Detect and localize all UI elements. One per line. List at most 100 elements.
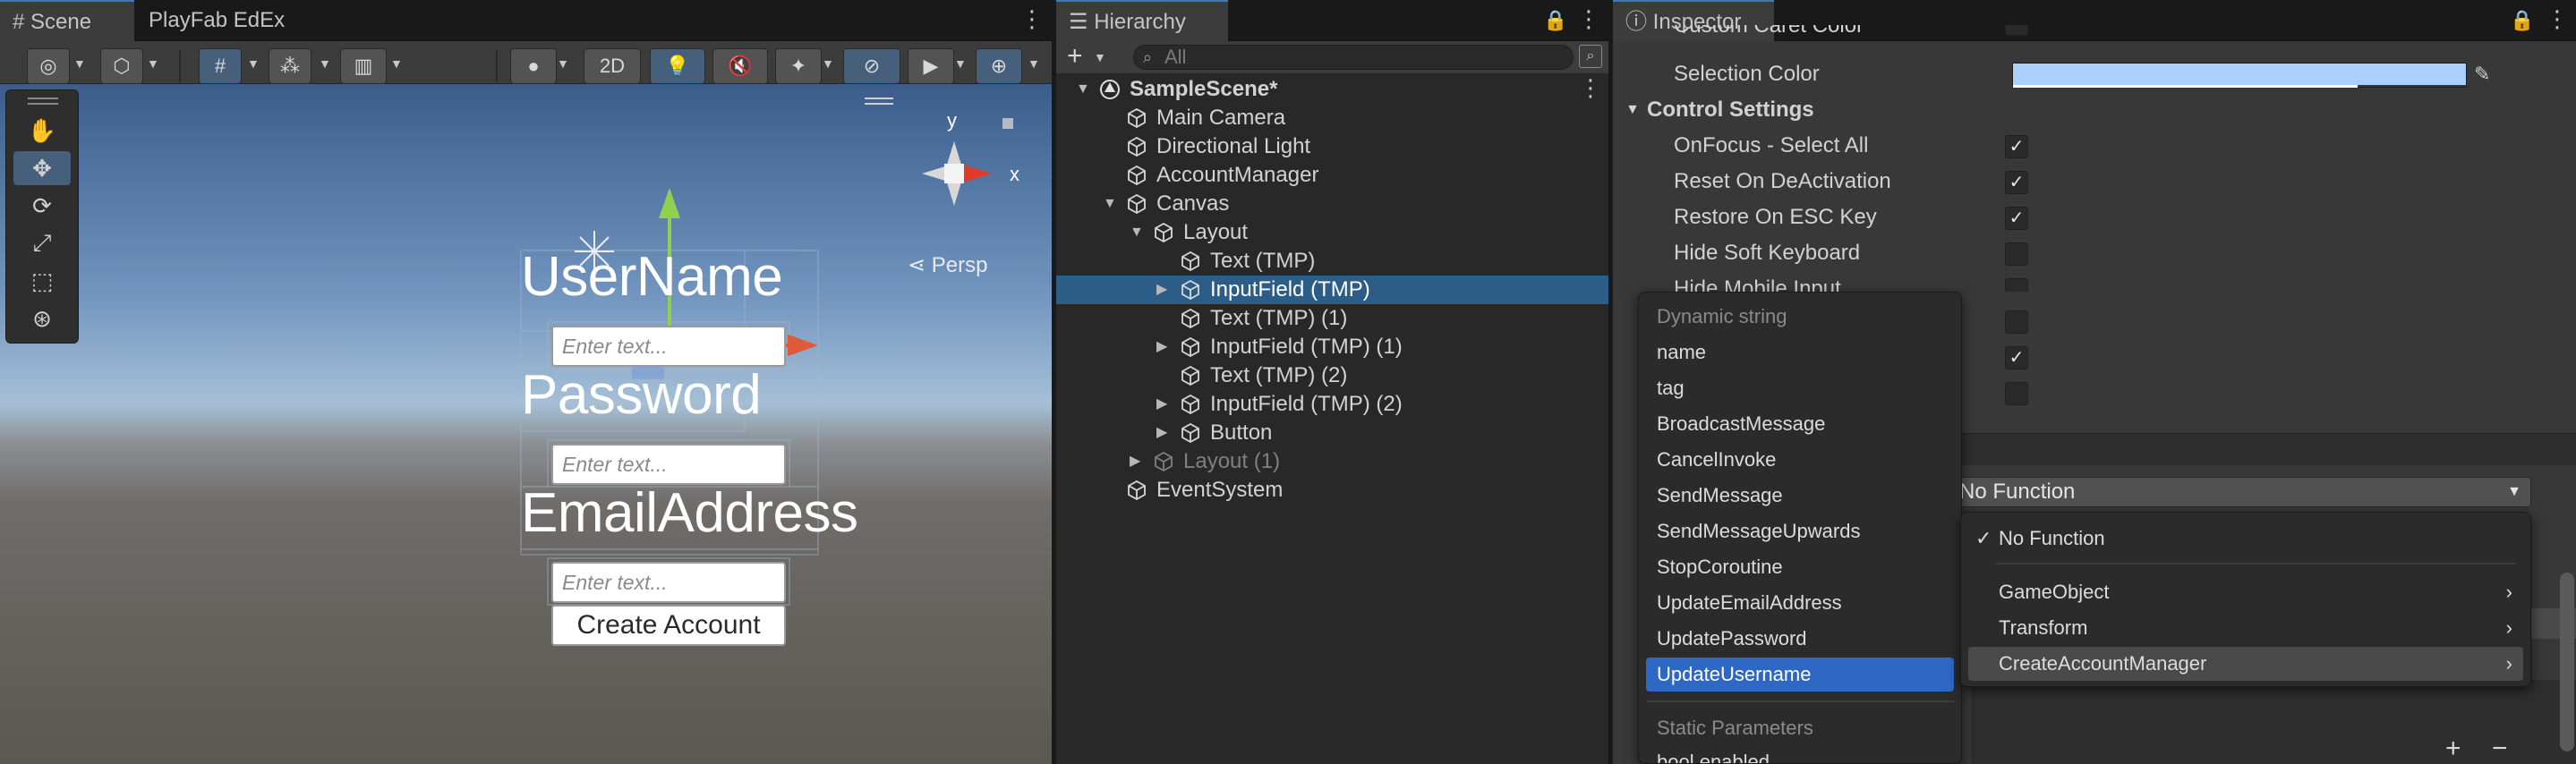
- menu-item-no-function[interactable]: ✓ No Function: [1968, 522, 2523, 556]
- add-icon[interactable]: +: [1067, 41, 1083, 72]
- collapse-arrow-icon[interactable]: ▼: [1130, 218, 1144, 247]
- hierarchy-item[interactable]: ▶ InputField (TMP): [1056, 276, 1608, 304]
- expand-arrow-icon[interactable]: ▶: [1156, 390, 1167, 419]
- draw-mode-icon[interactable]: ◎: [27, 48, 70, 84]
- chevron-down-icon[interactable]: ▼: [73, 56, 86, 71]
- chevron-down-icon[interactable]: ▼: [247, 56, 260, 71]
- method-menu-item[interactable]: StopCoroutine: [1646, 550, 1954, 584]
- hierarchy-item[interactable]: Text (TMP): [1056, 247, 1608, 276]
- setting-checkbox[interactable]: ✓: [2005, 171, 2028, 194]
- hierarchy-item[interactable]: ▼ Canvas: [1056, 190, 1608, 218]
- projection-label[interactable]: ⋖ Persp: [908, 252, 987, 278]
- username-text[interactable]: UserName: [521, 245, 783, 309]
- hierarchy-item[interactable]: ▶ InputField (TMP) (2): [1056, 390, 1608, 419]
- setting-checkbox[interactable]: [2005, 242, 2028, 266]
- hierarchy-item[interactable]: ▼ Layout: [1056, 218, 1608, 247]
- hierarchy-scene-row[interactable]: ▼ SampleScene* ⋮: [1056, 73, 1608, 104]
- menu-item-create-account-manager[interactable]: CreateAccountManager ›: [1968, 647, 2523, 681]
- inspector-scrollbar[interactable]: [2560, 573, 2574, 751]
- hand-tool-icon[interactable]: ✋: [13, 114, 71, 148]
- chevron-down-icon[interactable]: ▼: [557, 56, 569, 71]
- method-menu-item[interactable]: SendMessage: [1646, 479, 1954, 513]
- method-menu-item[interactable]: UpdateUsername: [1646, 658, 1954, 692]
- camera-icon[interactable]: ▶: [908, 48, 954, 84]
- collapse-arrow-icon[interactable]: ▼: [1103, 190, 1117, 218]
- chevron-down-icon[interactable]: ▼: [1094, 50, 1106, 64]
- audio-mute-icon[interactable]: 🔇: [712, 48, 768, 84]
- username-input[interactable]: Enter text...: [551, 326, 786, 367]
- gizmos-icon[interactable]: ⊕: [976, 48, 1022, 84]
- chevron-down-icon[interactable]: ▼: [147, 56, 159, 71]
- lighting-icon[interactable]: 💡: [650, 48, 705, 84]
- hierarchy-item[interactable]: AccountManager: [1056, 161, 1608, 190]
- method-menu-item[interactable]: BroadcastMessage: [1646, 407, 1954, 441]
- password-input[interactable]: Enter text...: [551, 444, 786, 485]
- control-settings-header[interactable]: ▼ Control Settings: [1613, 93, 2576, 127]
- hierarchy-item[interactable]: ▶ Layout (1): [1056, 447, 1608, 476]
- menu-item-gameobject[interactable]: GameObject ›: [1968, 575, 2523, 609]
- setting-checkbox[interactable]: [2005, 382, 2028, 405]
- scale-tool-icon[interactable]: ⤢: [13, 226, 71, 260]
- remove-listener-icon[interactable]: −: [2492, 734, 2508, 764]
- selection-color-swatch[interactable]: [2012, 63, 2467, 88]
- setting-checkbox[interactable]: ✓: [2005, 346, 2028, 369]
- method-menu-item[interactable]: UpdateEmailAddress: [1646, 586, 1954, 620]
- chevron-down-icon[interactable]: ▼: [954, 56, 967, 71]
- lock-icon[interactable]: 🔒: [1543, 9, 1567, 32]
- hierarchy-item[interactable]: ▶ Button: [1056, 419, 1608, 447]
- hierarchy-item[interactable]: Text (TMP) (1): [1056, 304, 1608, 333]
- scene-viewport[interactable]: y x ⋖ Persp UserName Enter text... Passw…: [0, 84, 1052, 764]
- expand-arrow-icon[interactable]: ▶: [1156, 419, 1167, 447]
- hierarchy-item[interactable]: ▶ InputField (TMP) (1): [1056, 333, 1608, 361]
- method-menu-item[interactable]: CancelInvoke: [1646, 443, 1954, 477]
- email-input[interactable]: Enter text...: [551, 562, 786, 603]
- increment-snap-icon[interactable]: ⁂: [269, 48, 311, 84]
- rect-tool-icon[interactable]: ⬚: [13, 264, 71, 298]
- tab-hierarchy[interactable]: ☰ Hierarchy: [1056, 0, 1228, 41]
- hierarchy-item[interactable]: Text (TMP) (2): [1056, 361, 1608, 390]
- method-menu-item[interactable]: UpdatePassword: [1646, 622, 1954, 656]
- method-menu-item[interactable]: SendMessageUpwards: [1646, 514, 1954, 548]
- more-options-icon[interactable]: ⋮: [1577, 5, 1600, 33]
- render-mode-icon[interactable]: ⬡: [100, 48, 143, 84]
- chevron-down-icon[interactable]: ▼: [822, 56, 834, 71]
- eyedropper-icon[interactable]: ✎: [2474, 57, 2490, 91]
- setting-checkbox[interactable]: ✓: [2005, 207, 2028, 230]
- menu-item-bool-enabled[interactable]: bool enabled: [1646, 745, 1954, 763]
- tab-playfab[interactable]: PlayFab EdEx: [136, 0, 297, 41]
- transform-tool-icon[interactable]: ⊛: [13, 301, 71, 335]
- hierarchy-item[interactable]: Directional Light: [1056, 132, 1608, 161]
- effects-icon[interactable]: ✦: [775, 48, 822, 84]
- scene-options-icon[interactable]: ⋮: [1579, 73, 1602, 102]
- tab-scene[interactable]: # Scene: [0, 0, 134, 41]
- grid-snap-icon[interactable]: #: [199, 48, 242, 84]
- create-account-button[interactable]: Create Account: [551, 605, 786, 646]
- scene-visibility-icon[interactable]: ⊘: [843, 48, 900, 84]
- move-tool-icon[interactable]: ✥: [13, 151, 71, 185]
- rotate-tool-icon[interactable]: ⟳: [13, 189, 71, 223]
- email-text[interactable]: EmailAddress: [521, 481, 858, 545]
- collapse-arrow-icon[interactable]: ▼: [1076, 75, 1090, 104]
- custom-caret-checkbox[interactable]: [2005, 25, 2028, 36]
- chevron-down-icon[interactable]: ▼: [1028, 56, 1040, 71]
- more-options-icon[interactable]: ⋮: [1020, 5, 1044, 33]
- hierarchy-item[interactable]: EventSystem: [1056, 476, 1608, 505]
- menu-item-transform[interactable]: Transform ›: [1968, 611, 2523, 645]
- mode-2d-button[interactable]: 2D: [584, 48, 641, 84]
- setting-checkbox[interactable]: [2005, 310, 2028, 334]
- search-options-icon[interactable]: ⌕: [1579, 45, 1602, 68]
- add-listener-icon[interactable]: +: [2445, 734, 2461, 764]
- chevron-down-icon[interactable]: ▼: [390, 56, 403, 71]
- hierarchy-item[interactable]: Main Camera: [1056, 104, 1608, 132]
- setting-checkbox[interactable]: [2005, 278, 2028, 292]
- method-menu-item[interactable]: tag: [1646, 371, 1954, 405]
- chevron-down-icon[interactable]: ▼: [319, 56, 331, 71]
- hierarchy-search-input[interactable]: ⌕ All: [1133, 45, 1574, 70]
- setting-checkbox[interactable]: ✓: [2005, 135, 2028, 158]
- palette-handle[interactable]: [28, 98, 58, 99]
- password-text[interactable]: Password: [521, 363, 762, 427]
- shading-mode-icon[interactable]: ●: [510, 48, 557, 84]
- function-dropdown[interactable]: No Function ▼: [1951, 477, 2531, 507]
- expand-arrow-icon[interactable]: ▶: [1130, 447, 1140, 476]
- method-menu-item[interactable]: name: [1646, 335, 1954, 369]
